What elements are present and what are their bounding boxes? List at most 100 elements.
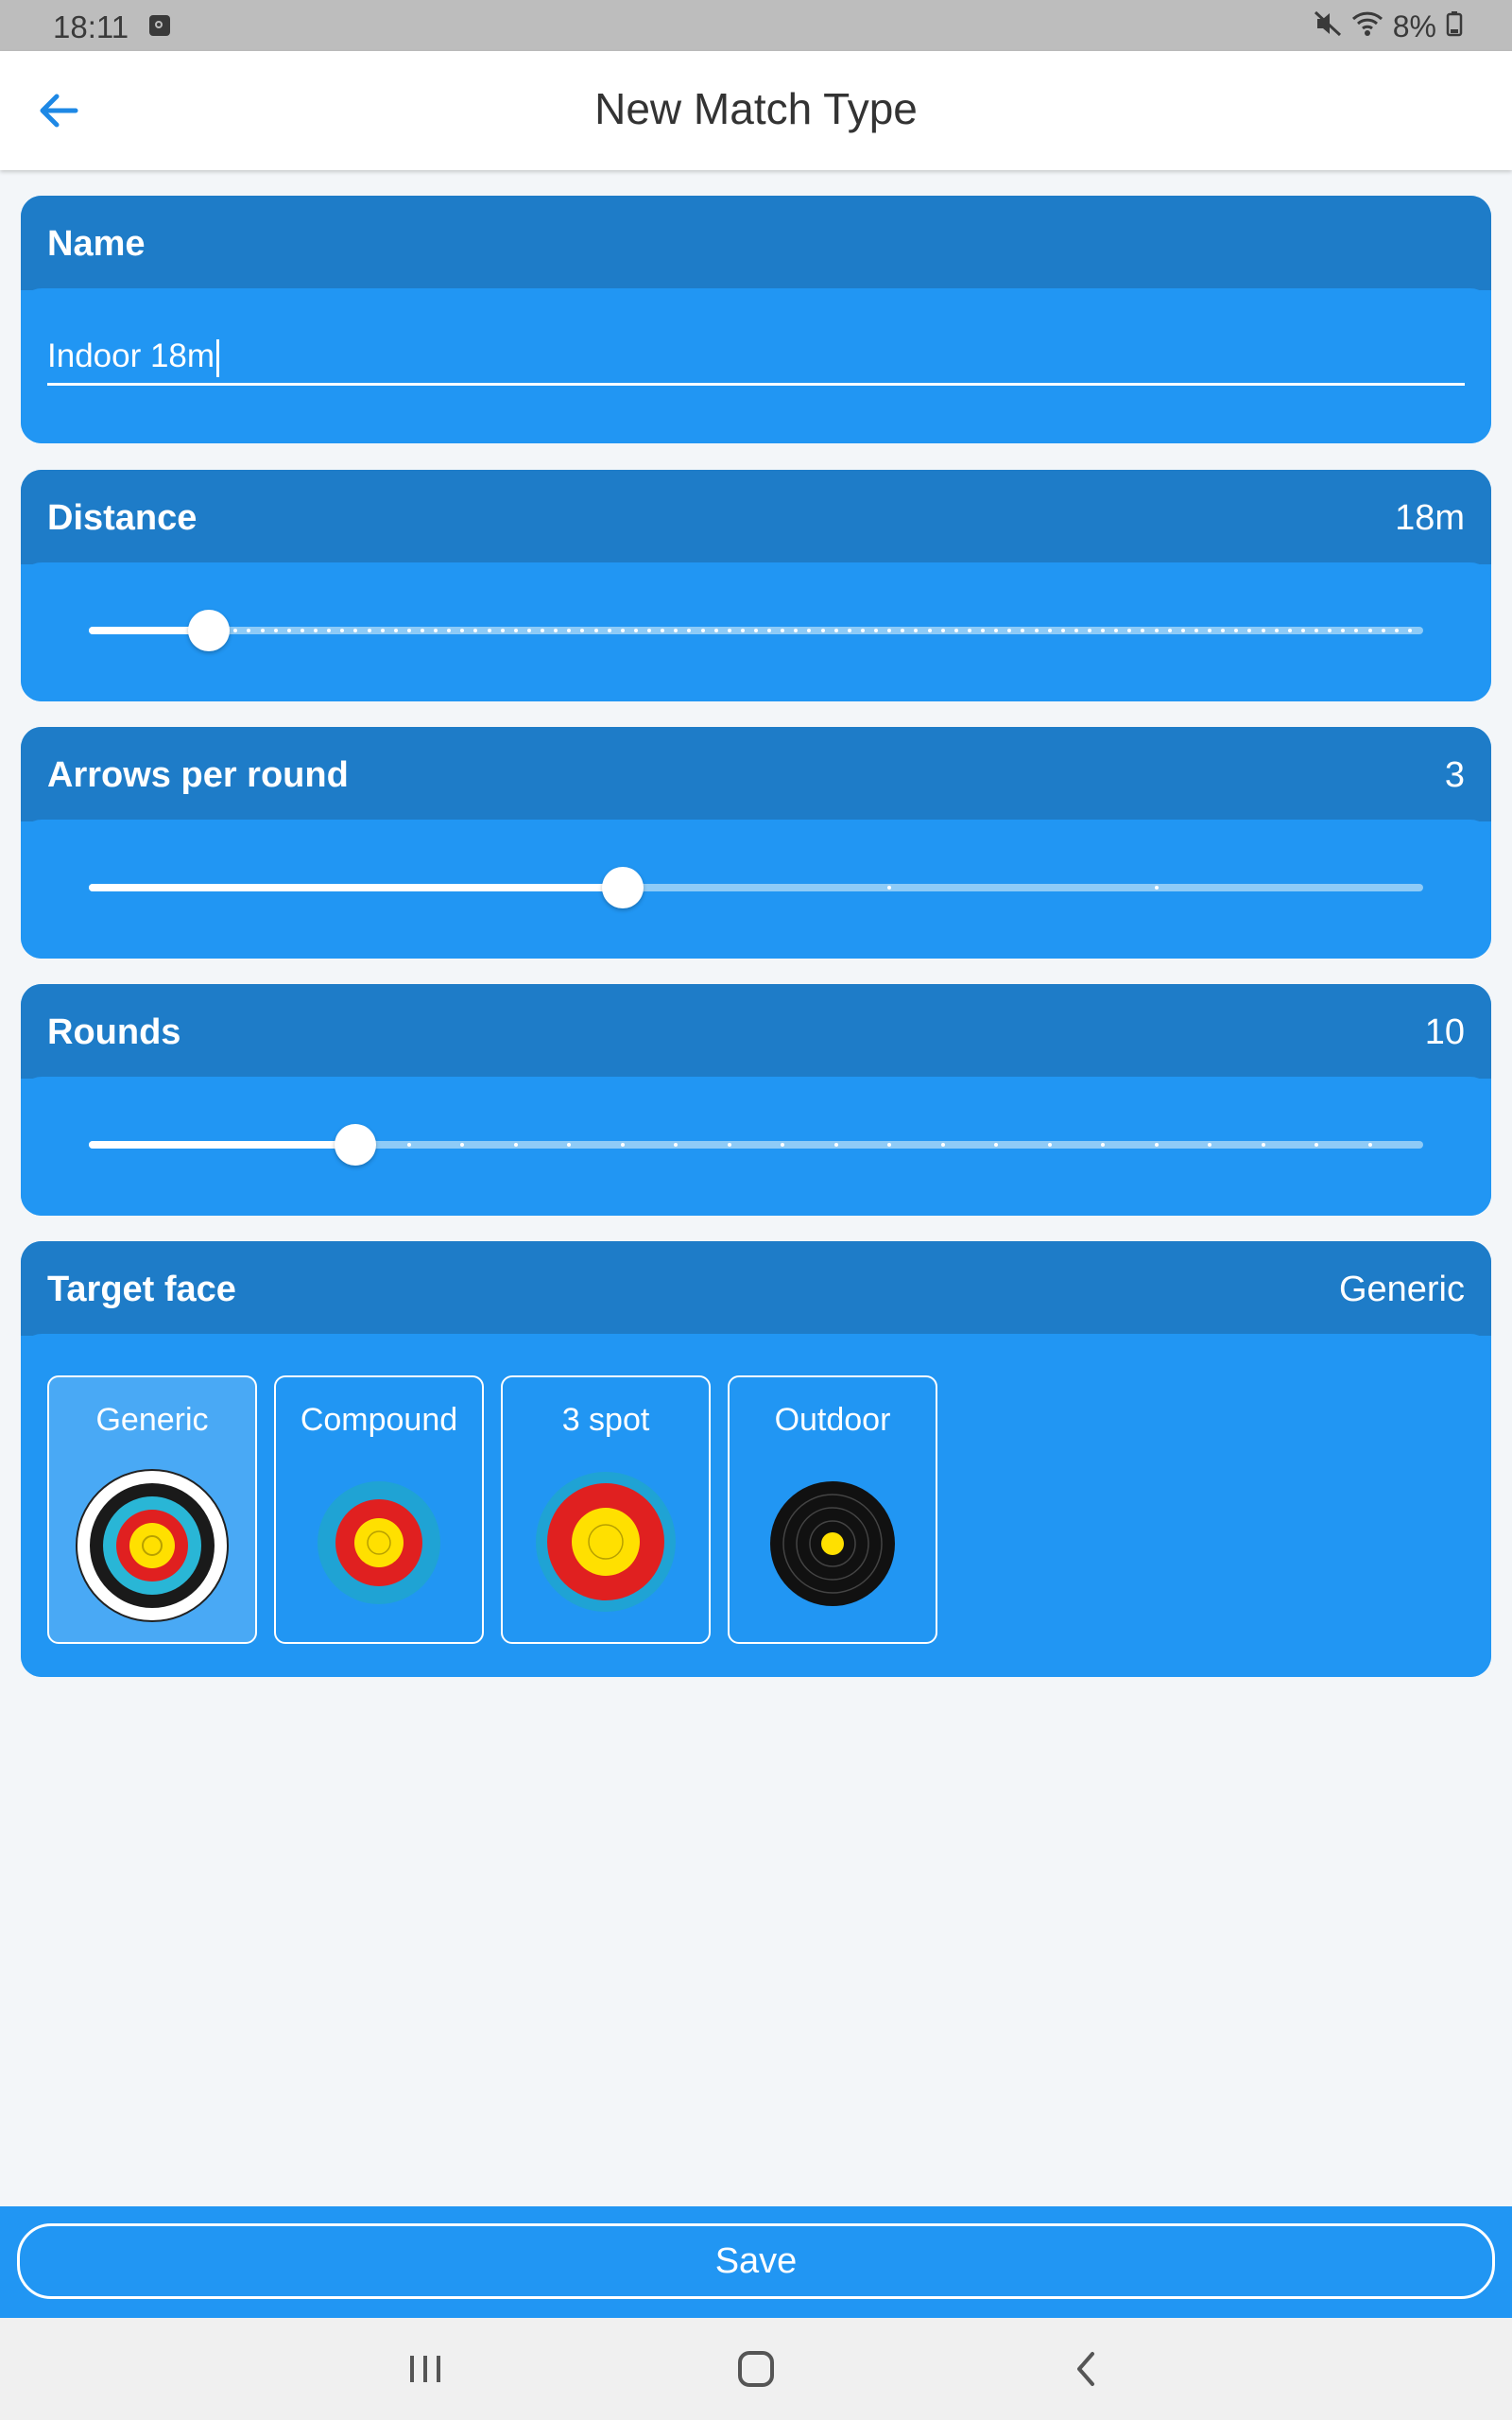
slider-tick bbox=[727, 629, 731, 632]
slider-tick bbox=[794, 629, 799, 632]
slider-tick bbox=[1180, 629, 1185, 632]
slider-tick bbox=[1034, 629, 1039, 632]
name-card: Name Indoor 18m bbox=[21, 196, 1491, 443]
slider-tick bbox=[526, 629, 531, 632]
slider-tick bbox=[661, 629, 665, 632]
slider-tick bbox=[1074, 629, 1078, 632]
slider-tick bbox=[513, 629, 518, 632]
slider-tick bbox=[567, 629, 572, 632]
slider-tick bbox=[1167, 629, 1172, 632]
slider-tick bbox=[687, 629, 692, 632]
target-face-card: Target face Generic Generic Compound 3 s… bbox=[21, 1241, 1491, 1677]
slider-tick bbox=[393, 629, 398, 632]
target-option-3spot[interactable]: 3 spot bbox=[501, 1375, 711, 1644]
system-back-button[interactable] bbox=[1058, 2344, 1115, 2394]
outdoor-target-icon bbox=[770, 1481, 895, 1606]
slider-tick bbox=[781, 629, 785, 632]
home-icon bbox=[738, 2351, 774, 2387]
slider-tick bbox=[1141, 629, 1145, 632]
slider-tick bbox=[1154, 629, 1159, 632]
slider-tick bbox=[406, 629, 411, 632]
slider-tick bbox=[860, 629, 865, 632]
slider-tick bbox=[1354, 629, 1359, 632]
name-label: Name bbox=[47, 224, 146, 264]
app-bar: New Match Type bbox=[0, 51, 1512, 170]
target-option-generic[interactable]: Generic bbox=[47, 1375, 257, 1644]
slider-tick bbox=[727, 1143, 731, 1147]
slider-tick bbox=[620, 629, 625, 632]
name-input-value: Indoor 18m bbox=[47, 337, 215, 374]
slider-tick bbox=[1101, 629, 1106, 632]
slider-tick bbox=[1194, 629, 1198, 632]
distance-card: Distance 18m bbox=[21, 470, 1491, 701]
target-option-compound[interactable]: Compound bbox=[274, 1375, 484, 1644]
target-option-outdoor[interactable]: Outdoor bbox=[728, 1375, 937, 1644]
target-face-options: Generic Compound 3 spot Outdoor bbox=[47, 1375, 937, 1644]
rounds-slider-thumb[interactable] bbox=[335, 1124, 377, 1166]
slider-tick bbox=[833, 629, 838, 632]
slider-tick bbox=[233, 629, 238, 632]
slider-tick bbox=[940, 1143, 945, 1147]
rounds-card: Rounds 10 bbox=[21, 984, 1491, 1216]
save-bar: Save bbox=[0, 2206, 1512, 2318]
distance-slider[interactable] bbox=[89, 610, 1423, 651]
slider-tick bbox=[620, 1143, 625, 1147]
slider-tick bbox=[887, 1143, 892, 1147]
slider-tick bbox=[554, 629, 558, 632]
slider-tick bbox=[1234, 629, 1239, 632]
slider-tick bbox=[1341, 629, 1346, 632]
target-option-label: Compound bbox=[300, 1402, 458, 1438]
home-button[interactable] bbox=[728, 2344, 784, 2394]
notification-icon bbox=[149, 15, 170, 36]
slider-tick bbox=[1060, 629, 1065, 632]
slider-tick bbox=[1088, 629, 1091, 632]
slider-tick bbox=[1314, 1143, 1319, 1147]
arrows-card: Arrows per round 3 bbox=[21, 727, 1491, 959]
slider-tick bbox=[1127, 629, 1132, 632]
slider-tick bbox=[1394, 629, 1399, 632]
rounds-slider-fill bbox=[89, 1141, 356, 1149]
slider-tick bbox=[927, 629, 932, 632]
slider-tick bbox=[833, 1143, 838, 1147]
distance-slider-thumb[interactable] bbox=[188, 610, 231, 651]
slider-tick bbox=[994, 1143, 999, 1147]
slider-tick bbox=[781, 1143, 785, 1147]
slider-tick bbox=[767, 629, 772, 632]
distance-label: Distance bbox=[47, 498, 198, 538]
slider-tick bbox=[1208, 1143, 1212, 1147]
slider-tick bbox=[541, 629, 545, 632]
slider-tick bbox=[674, 629, 679, 632]
slider-tick bbox=[273, 629, 278, 632]
recent-apps-button[interactable] bbox=[397, 2344, 454, 2394]
target-face-label: Target face bbox=[47, 1270, 236, 1309]
slider-tick bbox=[740, 629, 745, 632]
slider-tick bbox=[286, 629, 291, 632]
target-option-label: Generic bbox=[95, 1402, 209, 1438]
three-spot-target-icon bbox=[536, 1472, 676, 1612]
rounds-value: 10 bbox=[1424, 1012, 1465, 1052]
slider-tick bbox=[447, 629, 452, 632]
slider-tick bbox=[713, 629, 718, 632]
slider-tick bbox=[327, 629, 332, 632]
slider-tick bbox=[700, 629, 705, 632]
arrows-slider[interactable] bbox=[89, 867, 1423, 908]
slider-tick bbox=[1101, 1143, 1106, 1147]
status-bar: 18:11 8% bbox=[0, 0, 1512, 51]
slider-tick bbox=[994, 629, 999, 632]
slider-tick bbox=[380, 629, 385, 632]
arrows-slider-thumb[interactable] bbox=[601, 867, 644, 908]
slider-tick bbox=[674, 1143, 679, 1147]
slider-tick bbox=[1047, 1143, 1052, 1147]
slider-tick bbox=[807, 629, 812, 632]
slider-tick bbox=[367, 629, 371, 632]
slider-tick bbox=[260, 629, 265, 632]
slider-tick bbox=[754, 629, 758, 632]
slider-tick bbox=[1047, 629, 1052, 632]
slider-tick bbox=[314, 629, 318, 632]
rounds-slider[interactable] bbox=[89, 1124, 1423, 1166]
slider-tick bbox=[981, 629, 986, 632]
name-input[interactable]: Indoor 18m bbox=[47, 337, 1465, 386]
slider-tick bbox=[1314, 629, 1319, 632]
save-button[interactable]: Save bbox=[17, 2223, 1495, 2299]
slider-tick bbox=[1021, 629, 1025, 632]
